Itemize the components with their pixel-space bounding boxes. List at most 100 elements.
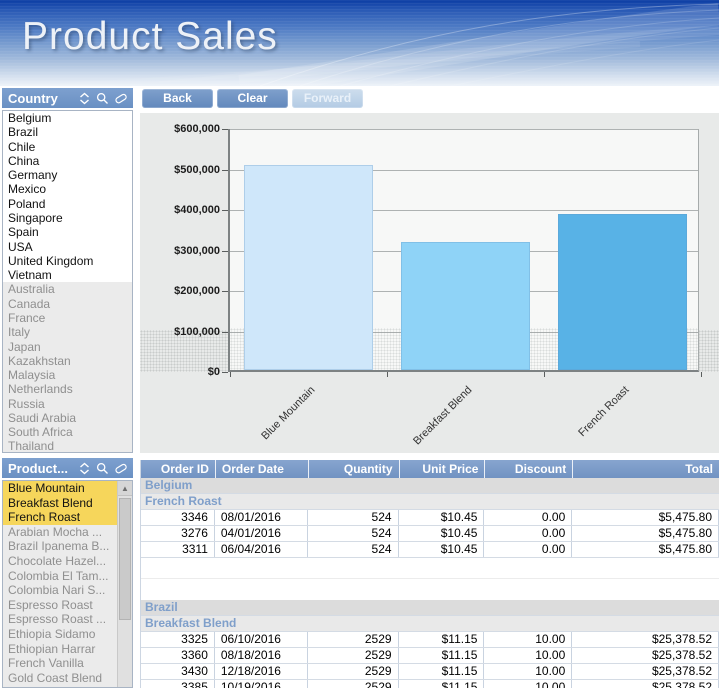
cell-unit-price: $10.45 (399, 526, 485, 541)
product-item[interactable]: Espresso Roast ... (3, 612, 117, 627)
bar-blue-mountain[interactable] (244, 165, 373, 370)
column-header-order-id[interactable]: Order ID (141, 460, 215, 478)
country-item-excluded[interactable]: South Africa (3, 425, 132, 440)
product-item[interactable]: Chocolate Hazel... (3, 554, 117, 569)
country-item-excluded[interactable]: Italy (3, 325, 132, 340)
product-item[interactable]: Gold Coast Blend (3, 671, 117, 686)
country-item[interactable]: Singapore (3, 210, 132, 226)
country-item-excluded[interactable]: Saudi Arabia (3, 410, 132, 426)
product-group-row: French Roast (141, 494, 719, 510)
country-item-excluded[interactable]: Australia (3, 282, 132, 297)
product-item-selected[interactable]: Blue Mountain (3, 481, 117, 496)
table-row[interactable]: 3311 06/04/2016 524 $10.45 0.00 $5,475.8… (141, 542, 719, 558)
cell-unit-price: $11.15 (399, 648, 485, 663)
product-item[interactable]: Ethiopia Sidamo (3, 627, 117, 642)
country-filter-header: Country (2, 88, 133, 108)
country-item[interactable]: United Kingdom (3, 253, 132, 269)
country-group-row: Brazil (141, 600, 719, 616)
forward-button[interactable]: Forward (292, 89, 363, 108)
bar-french-roast[interactable] (558, 214, 687, 370)
table-row[interactable]: 3360 08/18/2016 2529 $11.15 10.00 $25,37… (141, 648, 719, 664)
product-item[interactable]: Espresso Roast (3, 598, 117, 613)
product-group-row: Breakfast Blend (141, 616, 719, 632)
country-item[interactable]: Germany (3, 168, 132, 183)
column-header-quantity[interactable]: Quantity (307, 460, 399, 478)
country-item-excluded[interactable]: Canada (3, 296, 132, 311)
product-item-selected[interactable]: French Roast (3, 510, 117, 525)
country-item[interactable]: Chile (3, 139, 132, 154)
cell-unit-price: $11.15 (399, 680, 485, 688)
column-header-order-date[interactable]: Order Date (214, 460, 308, 478)
header-banner: Product Sales (0, 0, 719, 86)
scroll-up-icon[interactable]: ▲ (118, 481, 132, 496)
cell-total: $25,378.52 (572, 648, 719, 663)
cell-order-date: 08/18/2016 (215, 648, 308, 663)
country-item[interactable]: Brazil (3, 125, 132, 140)
sort-icon[interactable] (78, 92, 91, 105)
country-item-excluded[interactable]: Japan (3, 339, 132, 354)
x-axis-tick (387, 372, 388, 377)
cell-total: $25,378.52 (572, 680, 719, 688)
product-item-selected[interactable]: Breakfast Blend (3, 495, 117, 511)
country-group-row: Belgium (141, 478, 719, 494)
product-list-scrollbar[interactable]: ▲ (117, 481, 132, 687)
cell-quantity: 2529 (308, 632, 399, 647)
eraser-icon[interactable] (114, 462, 128, 475)
clear-button[interactable]: Clear (217, 89, 288, 108)
country-item[interactable]: Poland (3, 196, 132, 211)
cell-discount: 10.00 (484, 680, 573, 688)
country-list: Belgium Brazil Chile China Germany Mexic… (2, 110, 133, 453)
table-row[interactable]: 3346 08/01/2016 524 $10.45 0.00 $5,475.8… (141, 510, 719, 526)
back-button[interactable]: Back (142, 89, 213, 108)
cell-quantity: 524 (308, 510, 399, 525)
country-item-excluded[interactable]: Thailand (3, 439, 132, 452)
scrollbar-thumb[interactable] (119, 498, 131, 620)
product-item[interactable]: Colombia El Tam... (3, 569, 117, 584)
eraser-icon[interactable] (114, 92, 128, 105)
country-item[interactable]: Mexico (3, 182, 132, 197)
column-header-unit-price[interactable]: Unit Price (398, 460, 485, 478)
table-row[interactable]: 3430 12/18/2016 2529 $11.15 10.00 $25,37… (141, 664, 719, 680)
sort-icon[interactable] (78, 462, 91, 475)
page-title: Product Sales (22, 15, 278, 58)
cell-order-id: 3311 (141, 542, 215, 557)
search-icon[interactable] (96, 92, 109, 105)
country-item[interactable]: USA (3, 239, 132, 254)
column-header-total[interactable]: Total (572, 460, 719, 478)
column-header-discount[interactable]: Discount (484, 460, 572, 478)
country-item-excluded[interactable]: France (3, 310, 132, 326)
cell-order-date: 04/01/2016 (215, 526, 308, 541)
product-filter-icons (78, 462, 128, 475)
table-row[interactable]: 3385 10/19/2016 2529 $11.15 10.00 $25,37… (141, 680, 719, 688)
table-row[interactable]: 3276 04/01/2016 524 $10.45 0.00 $5,475.8… (141, 526, 719, 542)
cell-total: $5,475.80 (572, 526, 719, 541)
cell-total: $5,475.80 (572, 510, 719, 525)
search-icon[interactable] (96, 462, 109, 475)
country-item-excluded[interactable]: Malaysia (3, 368, 132, 383)
gridline (230, 129, 698, 130)
country-item[interactable]: Vietnam (3, 268, 132, 283)
cell-order-id: 3276 (141, 526, 215, 541)
product-item[interactable]: Colombia Nari S... (3, 583, 117, 598)
product-item[interactable]: French Vanilla (3, 656, 117, 671)
cell-order-date: 06/10/2016 (215, 632, 308, 647)
country-item-excluded[interactable]: Netherlands (3, 382, 132, 397)
product-item[interactable]: Ethiopian Harrar (3, 642, 117, 657)
country-item-excluded[interactable]: Kazakhstan (3, 353, 132, 369)
country-item-excluded[interactable]: Russia (3, 396, 132, 411)
chart-plot: $0 $100,000 $200,000 $300,000 $400,000 $500,0… (174, 123, 702, 447)
table-group-spacer (141, 558, 719, 600)
bar-breakfast-blend[interactable] (401, 242, 530, 370)
cell-unit-price: $11.15 (399, 664, 485, 679)
country-item[interactable]: Spain (3, 225, 132, 240)
product-item[interactable]: Brazil Ipanema B... (3, 539, 117, 554)
country-item[interactable]: China (3, 153, 132, 169)
cell-order-id: 3346 (141, 510, 215, 525)
table-row[interactable]: 3325 06/10/2016 2529 $11.15 10.00 $25,37… (141, 632, 719, 648)
cell-order-id: 3385 (141, 680, 215, 688)
y-axis-tick (222, 332, 228, 333)
product-item[interactable]: Arabian Mocha ... (3, 525, 117, 540)
country-item[interactable]: Belgium (3, 111, 132, 126)
cell-order-id: 3360 (141, 648, 215, 663)
cell-discount: 10.00 (484, 648, 573, 663)
